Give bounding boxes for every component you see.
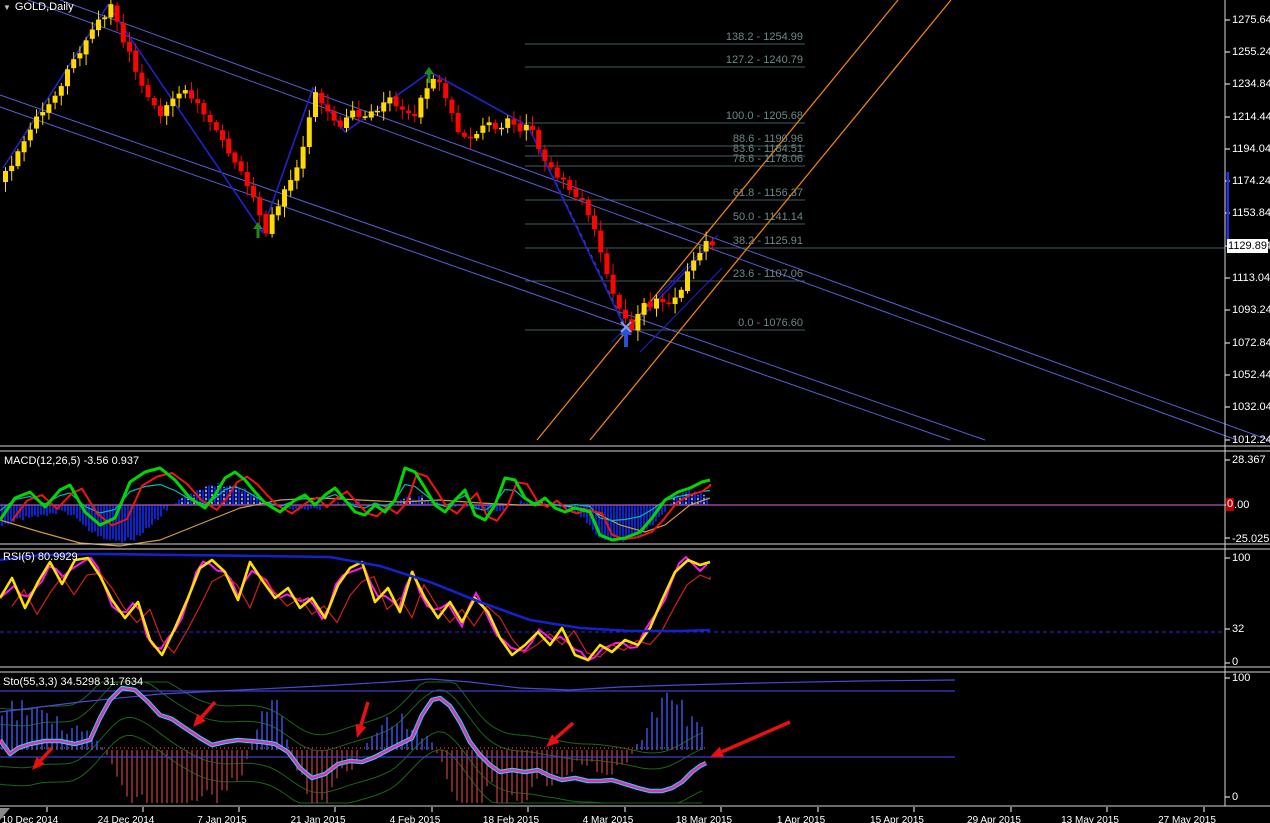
price-axis-label: 1174.24 xyxy=(1232,175,1270,187)
sto-axis-top: 100 xyxy=(1232,672,1251,684)
rsi-label: RSI(5) 80.9929 xyxy=(3,551,78,563)
price-axis-label: 1194.04 xyxy=(1232,143,1270,155)
scroll-corner-icon xyxy=(0,808,10,820)
chart-dropdown-icon[interactable]: ▼ xyxy=(3,3,11,12)
macd-zero-box: 0 xyxy=(1226,498,1235,511)
fib-level-label: 138.2 - 1254.99 xyxy=(725,31,803,43)
price-axis-label: 1214.44 xyxy=(1232,111,1270,123)
macd-zero-rest: .00 xyxy=(1234,498,1250,511)
time-axis-label: 1 Apr 2015 xyxy=(776,815,826,823)
macd-axis-bottom: -25.025 xyxy=(1232,533,1270,545)
fib-level-label: 0.0 - 1076.60 xyxy=(738,317,803,329)
rsi-axis-top: 100 xyxy=(1232,552,1251,564)
price-axis-label: 1012.24 xyxy=(1232,434,1270,446)
macd-label: MACD(12,26,5) -3.56 0.937 xyxy=(4,455,140,467)
rsi-pane xyxy=(0,552,1225,662)
price-axis-label: 1255.24 xyxy=(1232,46,1270,58)
time-axis-label: 4 Feb 2015 xyxy=(389,815,441,823)
fib-level-label: 23.6 - 1107.06 xyxy=(732,268,803,280)
sto-axis-bottom: 0 xyxy=(1232,791,1239,803)
markers-layer xyxy=(253,67,632,347)
macd-axis-top: 28.367 xyxy=(1232,454,1266,466)
price-axis-label: 1113.04 xyxy=(1232,272,1270,284)
current-price-box: 1129.89 xyxy=(1227,239,1268,253)
rsi-axis-bottom: 0 xyxy=(1232,656,1239,668)
trendlines-layer xyxy=(0,0,1270,441)
macd-pane xyxy=(0,466,1225,547)
macd-axis-zero: 0.00 xyxy=(1226,498,1249,511)
fib-level-label: 61.8 - 1156.37 xyxy=(732,187,803,199)
time-axis-label: 13 May 2015 xyxy=(1061,815,1119,823)
zigzag-layer xyxy=(2,3,711,334)
fib-level-label: 50.0 - 1141.14 xyxy=(732,211,803,223)
candles-layer xyxy=(3,0,715,341)
current-price-value: 1129.89 xyxy=(1228,240,1267,252)
price-axis-label: 1275.64 xyxy=(1232,14,1270,26)
symbol-bar: ▼ GOLD,Daily xyxy=(3,1,74,13)
time-axis-label: 24 Dec 2014 xyxy=(97,815,155,823)
symbol-label: GOLD,Daily xyxy=(14,1,74,13)
mt4-chart-window: ▼ GOLD,Daily 138.2 - 1254.99 127.2 - 1240… xyxy=(0,0,1270,823)
frame-layer xyxy=(0,0,1270,812)
fib-layer xyxy=(525,43,1225,332)
chart-canvas[interactable] xyxy=(0,0,1270,823)
time-axis-label: 27 May 2015 xyxy=(1158,815,1216,823)
time-axis-label: 4 Mar 2015 xyxy=(582,815,634,823)
time-axis-label: 10 Dec 2014 xyxy=(1,815,59,823)
time-axis-label: 7 Jan 2015 xyxy=(197,815,247,823)
time-axis-label: 18 Feb 2015 xyxy=(482,815,540,823)
sto-pane xyxy=(0,678,956,804)
fib-level-label: 38.2 - 1125.91 xyxy=(732,235,803,247)
price-axis-label: 1153.84 xyxy=(1232,207,1270,219)
price-axis-label: 1093.24 xyxy=(1232,304,1270,316)
fib-level-label: 100.0 - 1205.68 xyxy=(725,110,803,122)
price-axis-label: 1234.84 xyxy=(1232,78,1270,90)
sto-label: Sto(55,3,3) 34.5298 31.7634 xyxy=(3,676,144,688)
fib-level-label: 78.6 - 1178.06 xyxy=(732,153,803,165)
time-axis-label: 18 Mar 2015 xyxy=(675,815,733,823)
price-axis-label: 1072.84 xyxy=(1232,337,1270,349)
price-axis-label: 1032.04 xyxy=(1232,401,1270,413)
price-axis-label: 1052.44 xyxy=(1232,369,1270,381)
time-axis-label: 15 Apr 2015 xyxy=(870,815,924,823)
time-axis-label: 29 Apr 2015 xyxy=(967,815,1021,823)
fib-level-label: 127.2 - 1240.79 xyxy=(725,54,803,66)
rsi-axis-mid: 32 xyxy=(1232,623,1245,635)
time-axis-label: 21 Jan 2015 xyxy=(290,815,346,823)
